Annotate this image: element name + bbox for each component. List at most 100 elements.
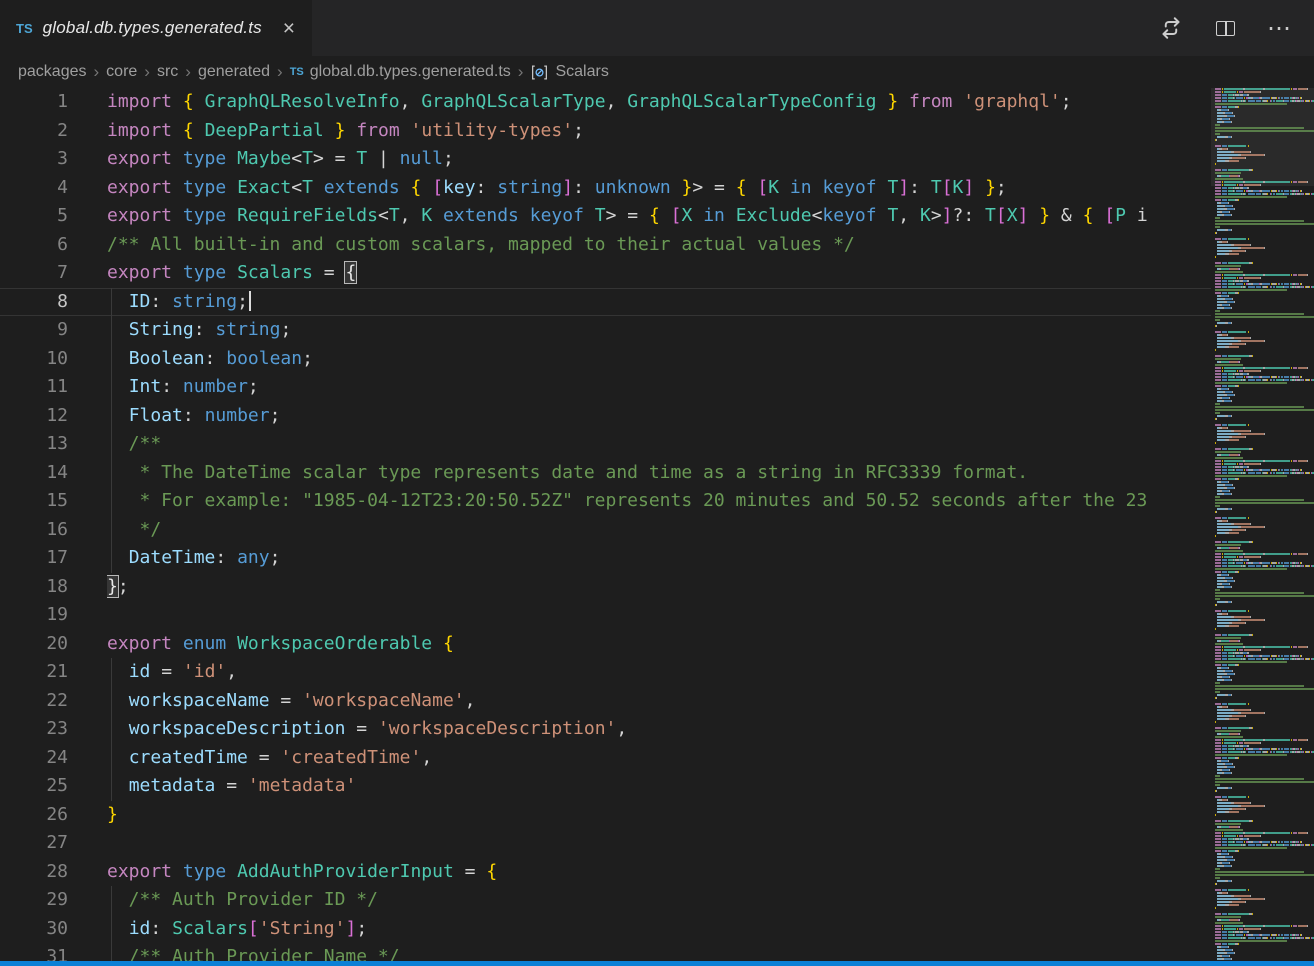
code-line[interactable]: 13 /** bbox=[0, 430, 1211, 459]
close-tab-icon[interactable]: × bbox=[278, 17, 300, 40]
line-number[interactable]: 19 bbox=[0, 601, 107, 630]
line-number[interactable]: 23 bbox=[0, 715, 107, 744]
code-line-content: id: Scalars['String']; bbox=[107, 915, 1211, 944]
status-bar-top-edge bbox=[0, 961, 1314, 966]
code-line[interactable]: 29 /** Auth Provider ID */ bbox=[0, 886, 1211, 915]
line-number[interactable]: 9 bbox=[0, 316, 107, 345]
code-line-content: * The DateTime scalar type represents da… bbox=[107, 459, 1211, 488]
code-line[interactable]: 25 metadata = 'metadata' bbox=[0, 772, 1211, 801]
breadcrumb-item-packages[interactable]: packages bbox=[18, 63, 87, 81]
code-line[interactable]: 9 String: string; bbox=[0, 316, 1211, 345]
breadcrumb-separator: › bbox=[178, 62, 198, 82]
line-number[interactable]: 26 bbox=[0, 801, 107, 830]
code-line[interactable]: 6/** All built-in and custom scalars, ma… bbox=[0, 231, 1211, 260]
line-number[interactable]: 15 bbox=[0, 487, 107, 516]
code-line[interactable]: 20export enum WorkspaceOrderable { bbox=[0, 630, 1211, 659]
breadcrumb-item-generated[interactable]: generated bbox=[198, 63, 270, 81]
line-number[interactable]: 11 bbox=[0, 373, 107, 402]
line-number[interactable]: 18 bbox=[0, 573, 107, 602]
line-number[interactable]: 25 bbox=[0, 772, 107, 801]
breadcrumb-item-src[interactable]: src bbox=[157, 63, 178, 81]
code-line-content: import { GraphQLResolveInfo, GraphQLScal… bbox=[107, 88, 1211, 117]
code-line[interactable]: 15 * For example: "1985-04-12T23:20:50.5… bbox=[0, 487, 1211, 516]
minimap[interactable] bbox=[1211, 88, 1314, 961]
code-line[interactable]: 21 id = 'id', bbox=[0, 658, 1211, 687]
code-line-content: import { DeepPartial } from 'utility-typ… bbox=[107, 117, 1211, 146]
breadcrumb-label: packages bbox=[18, 63, 87, 81]
code-line[interactable]: 3export type Maybe<T> = T | null; bbox=[0, 145, 1211, 174]
line-number[interactable]: 20 bbox=[0, 630, 107, 659]
code-line[interactable]: 5export type RequireFields<T, K extends … bbox=[0, 202, 1211, 231]
breadcrumb-label: core bbox=[106, 63, 137, 81]
code-line-content: /** Auth Provider ID */ bbox=[107, 886, 1211, 915]
breadcrumb-item-scalars[interactable]: Scalars bbox=[530, 63, 608, 81]
code-line-content: Int: number; bbox=[107, 373, 1211, 402]
breadcrumb-item-core[interactable]: core bbox=[106, 63, 137, 81]
editor-actions: ⋯ bbox=[1156, 0, 1314, 56]
code-line-content: * For example: "1985-04-12T23:20:50.52Z"… bbox=[107, 487, 1211, 516]
line-number[interactable]: 3 bbox=[0, 145, 107, 174]
code-line[interactable]: 18}; bbox=[0, 573, 1211, 602]
code-line-content: } bbox=[107, 801, 1211, 830]
code-line-content: DateTime: any; bbox=[107, 544, 1211, 573]
line-number[interactable]: 7 bbox=[0, 259, 107, 288]
code-line[interactable]: 4export type Exact<T extends { [key: str… bbox=[0, 174, 1211, 203]
code-line[interactable]: 16 */ bbox=[0, 516, 1211, 545]
text-cursor bbox=[249, 291, 251, 311]
code-line[interactable]: 31 /** Auth Provider Name */ bbox=[0, 943, 1211, 961]
line-number[interactable]: 1 bbox=[0, 88, 107, 117]
line-number[interactable]: 13 bbox=[0, 430, 107, 459]
code-area: 1import { GraphQLResolveInfo, GraphQLSca… bbox=[0, 88, 1211, 961]
code-line[interactable]: 30 id: Scalars['String']; bbox=[0, 915, 1211, 944]
line-number[interactable]: 4 bbox=[0, 174, 107, 203]
line-number[interactable]: 17 bbox=[0, 544, 107, 573]
open-changes-icon[interactable] bbox=[1156, 13, 1186, 43]
line-number[interactable]: 29 bbox=[0, 886, 107, 915]
line-number[interactable]: 28 bbox=[0, 858, 107, 887]
line-number[interactable]: 2 bbox=[0, 117, 107, 146]
code-line[interactable]: 11 Int: number; bbox=[0, 373, 1211, 402]
more-actions-icon[interactable]: ⋯ bbox=[1264, 13, 1294, 43]
code-line-content: /** Auth Provider Name */ bbox=[107, 943, 1211, 961]
split-editor-icon[interactable] bbox=[1210, 13, 1240, 43]
code-line[interactable]: 27 bbox=[0, 829, 1211, 858]
code-line-content: String: string; bbox=[107, 316, 1211, 345]
line-number[interactable]: 31 bbox=[0, 943, 107, 961]
breadcrumb-item-file[interactable]: TS global.db.types.generated.ts bbox=[290, 63, 511, 81]
line-number[interactable]: 12 bbox=[0, 402, 107, 431]
line-number[interactable]: 22 bbox=[0, 687, 107, 716]
code-line-content: /** All built-in and custom scalars, map… bbox=[107, 231, 1211, 260]
code-line[interactable]: 17 DateTime: any; bbox=[0, 544, 1211, 573]
code-line[interactable]: 14 * The DateTime scalar type represents… bbox=[0, 459, 1211, 488]
line-number[interactable]: 5 bbox=[0, 202, 107, 231]
typescript-file-icon: TS bbox=[16, 21, 33, 36]
code-line[interactable]: 7export type Scalars = { bbox=[0, 259, 1211, 288]
code-line-content bbox=[107, 601, 1211, 630]
line-number[interactable]: 6 bbox=[0, 231, 107, 260]
code-line[interactable]: 10 Boolean: boolean; bbox=[0, 345, 1211, 374]
line-number[interactable]: 21 bbox=[0, 658, 107, 687]
code-line[interactable]: 19 bbox=[0, 601, 1211, 630]
line-number[interactable]: 10 bbox=[0, 345, 107, 374]
vscode-window: TS global.db.types.generated.ts × ⋯ pack… bbox=[0, 0, 1314, 966]
code-line-content: Boolean: boolean; bbox=[107, 345, 1211, 374]
code-line[interactable]: 28export type AddAuthProviderInput = { bbox=[0, 858, 1211, 887]
code-line-content: export type RequireFields<T, K extends k… bbox=[107, 202, 1211, 231]
code-line[interactable]: 8 ID: string; bbox=[0, 288, 1211, 317]
code-line[interactable]: 2import { DeepPartial } from 'utility-ty… bbox=[0, 117, 1211, 146]
code-line[interactable]: 26} bbox=[0, 801, 1211, 830]
breadcrumb-label: generated bbox=[198, 63, 270, 81]
line-number[interactable]: 14 bbox=[0, 459, 107, 488]
tab-global-db-types-generated[interactable]: TS global.db.types.generated.ts × bbox=[0, 0, 312, 56]
code-line[interactable]: 1import { GraphQLResolveInfo, GraphQLSca… bbox=[0, 88, 1211, 117]
line-number[interactable]: 16 bbox=[0, 516, 107, 545]
editor[interactable]: 1import { GraphQLResolveInfo, GraphQLSca… bbox=[0, 88, 1211, 961]
line-number[interactable]: 8 bbox=[0, 288, 107, 317]
line-number[interactable]: 27 bbox=[0, 829, 107, 858]
code-line[interactable]: 23 workspaceDescription = 'workspaceDesc… bbox=[0, 715, 1211, 744]
line-number[interactable]: 30 bbox=[0, 915, 107, 944]
line-number[interactable]: 24 bbox=[0, 744, 107, 773]
code-line[interactable]: 22 workspaceName = 'workspaceName', bbox=[0, 687, 1211, 716]
code-line[interactable]: 24 createdTime = 'createdTime', bbox=[0, 744, 1211, 773]
code-line[interactable]: 12 Float: number; bbox=[0, 402, 1211, 431]
